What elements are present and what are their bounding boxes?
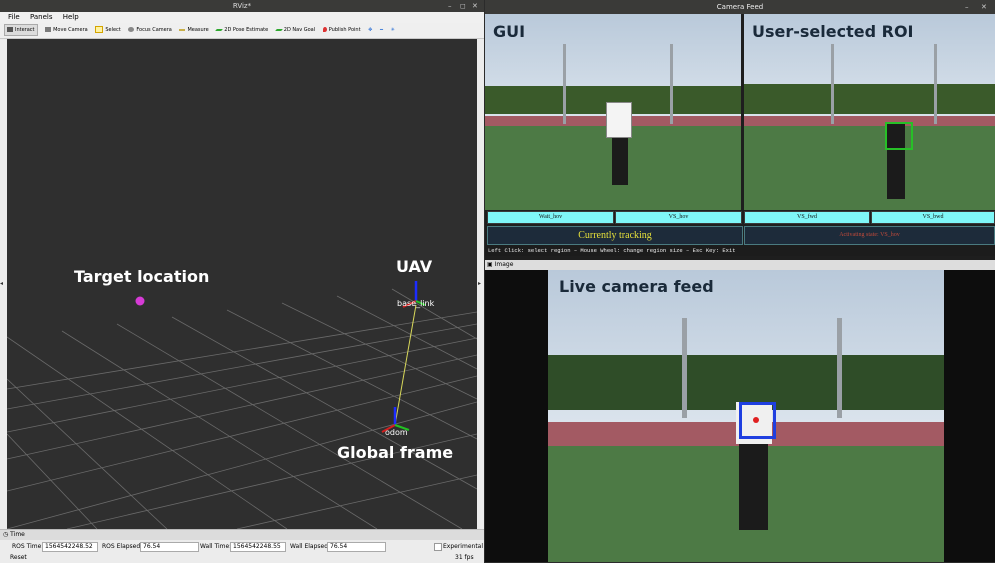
minimize-button[interactable]: – xyxy=(965,0,969,14)
nav-goal-icon xyxy=(274,28,283,31)
gui-pane-title: GUI xyxy=(493,22,526,41)
roi-selection-box xyxy=(885,122,913,150)
measure-icon xyxy=(179,28,186,31)
vs-hov-button[interactable]: VS_hov xyxy=(615,211,742,224)
maximize-button[interactable]: ◻ xyxy=(460,0,466,12)
uav-label: UAV xyxy=(396,257,433,276)
live-camera-window: Live camera feed xyxy=(485,270,995,562)
gui-pane[interactable]: GUI xyxy=(485,14,741,210)
time-header-label: Time xyxy=(10,531,25,538)
live-feed-title: Live camera feed xyxy=(559,277,714,296)
menu-help[interactable]: Help xyxy=(63,13,79,21)
tool-options-icon[interactable]: ✳ xyxy=(391,23,395,38)
tool-label: 2D Nav Goal xyxy=(283,27,316,33)
experimental-checkbox[interactable] xyxy=(434,543,442,551)
rviz-title-bar: RViz* – ◻ ✕ xyxy=(0,0,484,12)
close-button[interactable]: ✕ xyxy=(472,0,478,12)
tool-publish-point[interactable]: Publish Point xyxy=(322,23,361,38)
time-panel-header: ◷ Time xyxy=(0,530,484,540)
minimize-button[interactable]: – xyxy=(448,0,452,12)
wall-time-field[interactable]: 1564542248.55 xyxy=(230,542,286,552)
3d-viewport[interactable]: Target location UAV base_link odom Globa… xyxy=(7,39,477,529)
ground-grid xyxy=(7,288,477,529)
vs-bwd-button[interactable]: VS_bwd xyxy=(871,211,995,224)
wait-hov-button[interactable]: Wait_hov xyxy=(487,211,614,224)
tracking-center-dot xyxy=(753,417,759,423)
pose-estimate-icon xyxy=(215,28,224,31)
focus-camera-icon xyxy=(128,27,135,32)
publish-point-icon xyxy=(322,27,327,32)
roi-pane[interactable]: User-selected ROI xyxy=(744,14,995,210)
tracking-status: Currently tracking xyxy=(487,226,743,245)
image-window-icon: ▣ xyxy=(487,261,493,268)
camera-feed-title-bar: Camera Feed – ✕ xyxy=(485,0,995,14)
cursor-icon xyxy=(7,27,13,32)
toolbar: Interact Move Camera Select Focus Camera… xyxy=(0,23,484,39)
tool-label: Publish Point xyxy=(328,27,361,33)
close-button[interactable]: ✕ xyxy=(981,0,987,14)
tool-label: 2D Pose Estimate xyxy=(224,27,269,33)
rviz-window: RViz* – ◻ ✕ File Panels Help Interact Mo… xyxy=(0,0,484,563)
ros-elapsed-label: ROS Elapsed: xyxy=(102,543,143,550)
target-marker[interactable] xyxy=(135,296,145,306)
link-line xyxy=(394,304,417,426)
tool-2d-pose-estimate[interactable]: 2D Pose Estimate xyxy=(215,23,269,38)
global-frame-label: Global frame xyxy=(337,443,454,462)
tool-measure[interactable]: Measure xyxy=(179,23,209,38)
image-window-title-bar: ▣ Image xyxy=(485,260,995,270)
tool-label: Measure xyxy=(187,27,209,33)
state-status: Activating state: VS_hov xyxy=(744,226,995,245)
tool-interact[interactable]: Interact xyxy=(4,24,38,36)
instructions-bar: Left Click: select region – Mouse Wheel:… xyxy=(485,245,995,256)
ros-elapsed-field[interactable]: 76.54 xyxy=(140,542,199,552)
add-tool-icon[interactable]: ✥ xyxy=(368,23,372,38)
tool-label: Interact xyxy=(15,27,35,33)
odom-label: odom xyxy=(385,428,408,437)
tool-label: Move Camera xyxy=(53,27,88,33)
remove-tool-icon[interactable]: ━ xyxy=(380,23,383,38)
tool-select[interactable]: Select xyxy=(95,23,121,38)
ros-time-label: ROS Time: xyxy=(12,543,44,550)
experimental-label: Experimental xyxy=(443,543,484,550)
time-panel: ◷ Time ROS Time: 1564542248.52 ROS Elaps… xyxy=(0,529,484,563)
menu-file[interactable]: File xyxy=(8,13,20,21)
wall-time-label: Wall Time: xyxy=(200,543,232,550)
tool-label: Select xyxy=(105,27,121,33)
select-icon xyxy=(95,26,104,33)
base-link-label: base_link xyxy=(397,299,435,308)
menu-bar: File Panels Help xyxy=(0,12,484,23)
menu-panels[interactable]: Panels xyxy=(30,13,53,21)
wall-elapsed-label: Wall Elapsed: xyxy=(290,543,331,550)
wall-elapsed-field[interactable]: 76.54 xyxy=(327,542,386,552)
window-title: RViz* xyxy=(232,2,252,10)
right-panel-collapse-icon[interactable]: ▸ xyxy=(478,280,484,290)
ros-time-field[interactable]: 1564542248.52 xyxy=(42,542,98,552)
left-panel-collapse-icon[interactable]: ◂ xyxy=(0,280,6,290)
tool-label: Focus Camera xyxy=(136,27,172,33)
tool-2d-nav-goal[interactable]: 2D Nav Goal xyxy=(274,23,316,38)
roi-pane-title: User-selected ROI xyxy=(752,22,914,41)
camera-feed-window: Camera Feed – ✕ GUI User-selected ROI Wa… xyxy=(485,0,995,270)
move-camera-icon xyxy=(45,27,52,32)
target-location-label: Target location xyxy=(74,267,210,286)
tool-focus-camera[interactable]: Focus Camera xyxy=(128,23,172,38)
image-window-title: Image xyxy=(494,261,514,268)
live-camera-image: Live camera feed xyxy=(548,270,944,562)
camera-feed-title: Camera Feed xyxy=(716,3,764,11)
vs-fwd-button[interactable]: VS_fwd xyxy=(744,211,870,224)
clock-icon: ◷ xyxy=(3,531,9,538)
tool-move-camera[interactable]: Move Camera xyxy=(45,23,88,38)
